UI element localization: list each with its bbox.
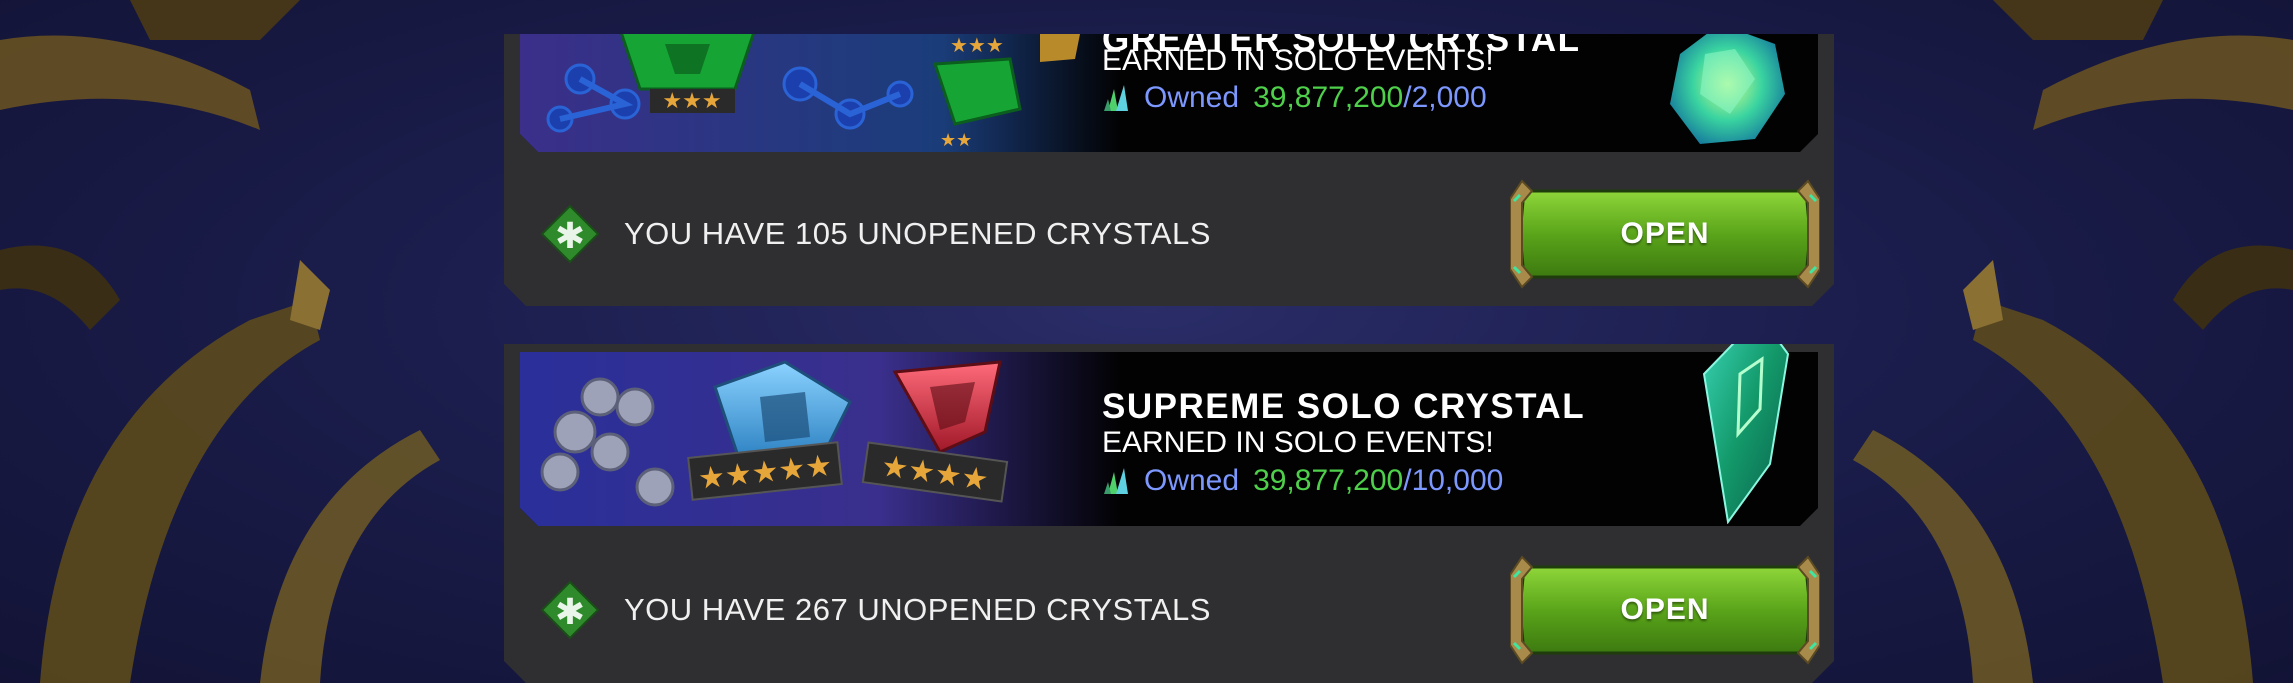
- svg-text:✱: ✱: [555, 592, 585, 633]
- unopened-count-text: YOU HAVE 267 UNOPENED CRYSTALS: [624, 592, 1211, 627]
- greater-crystal-banner: ★★★ ★★★ ★★ GREATER SOLO CRYSTAL EARNED I…: [520, 34, 1818, 152]
- solo-shard-icon: [1102, 464, 1136, 498]
- open-button[interactable]: OPEN: [1510, 179, 1820, 289]
- greater-crystal-banner-art: ★★★ ★★★ ★★: [520, 34, 1120, 152]
- crystal-subtitle: EARNED IN SOLO EVENTS!: [1102, 44, 1494, 77]
- supreme-solo-crystal-card: ★★★★★ ★★★★ SUPREME SOLO CRYSTAL EARNED I…: [504, 344, 1834, 683]
- green-star-badge-icon: ✱: [540, 580, 600, 640]
- solo-shard-icon: [1102, 81, 1136, 115]
- supreme-crystal-banner: ★★★★★ ★★★★ SUPREME SOLO CRYSTAL EARNED I…: [520, 352, 1818, 526]
- unopened-count-text: YOU HAVE 105 UNOPENED CRYSTALS: [624, 216, 1211, 251]
- green-star-badge-icon: ✱: [540, 204, 600, 264]
- open-button[interactable]: OPEN: [1510, 555, 1820, 665]
- svg-text:★★★: ★★★: [662, 88, 721, 113]
- greater-solo-crystal-card: ★★★ ★★★ ★★ GREATER SOLO CRYSTAL EARNED I…: [504, 34, 1834, 306]
- open-button-label: OPEN: [1620, 593, 1710, 626]
- owned-label: Owned: [1144, 464, 1240, 497]
- supreme-crystal-icon: [1700, 314, 1790, 524]
- crystal-cost: 10,000: [1411, 464, 1504, 497]
- svg-text:✱: ✱: [555, 216, 585, 257]
- unopened-info-row: ✱ YOU HAVE 105 UNOPENED CRYSTALS: [540, 204, 1211, 264]
- owned-row: Owned 39,877,200 / 10,000: [1102, 464, 1503, 498]
- greater-crystal-icon: [1660, 34, 1790, 152]
- owned-amount: 39,877,200: [1253, 464, 1404, 497]
- owned-separator: /: [1403, 464, 1412, 497]
- gold-frame-left-decoration: [0, 0, 440, 683]
- open-button-label: OPEN: [1620, 217, 1710, 250]
- owned-row: Owned 39,877,200 / 2,000: [1102, 81, 1487, 115]
- crystal-subtitle: EARNED IN SOLO EVENTS!: [1102, 426, 1494, 459]
- crystal-title: SUPREME SOLO CRYSTAL: [1102, 387, 1586, 426]
- crystal-cost: 2,000: [1411, 81, 1487, 114]
- svg-text:★★★: ★★★: [950, 35, 1004, 57]
- unopened-info-row: ✱ YOU HAVE 267 UNOPENED CRYSTALS: [540, 580, 1211, 640]
- svg-text:★★: ★★: [940, 130, 972, 150]
- owned-amount: 39,877,200: [1253, 81, 1404, 114]
- owned-label: Owned: [1144, 81, 1240, 114]
- supreme-crystal-banner-art: ★★★★★ ★★★★: [520, 352, 1120, 526]
- owned-separator: /: [1403, 81, 1412, 114]
